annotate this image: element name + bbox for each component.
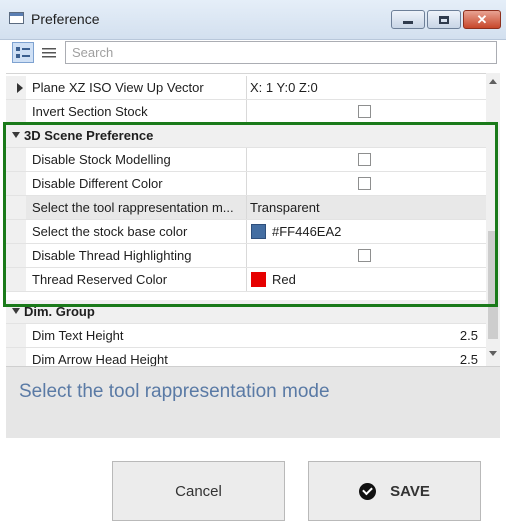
property-name: Plane XZ ISO View Up Vector xyxy=(32,80,204,95)
checkbox[interactable] xyxy=(358,105,371,118)
property-row[interactable]: Thread Reserved Color Red xyxy=(6,268,486,292)
property-row[interactable]: Dim Arrow Head Height 2.5 xyxy=(6,348,486,367)
category-header[interactable]: Dim. Group xyxy=(6,300,486,324)
property-row[interactable]: Disable Stock Modelling xyxy=(6,148,486,172)
property-grid: Plane XZ ISO View Up Vector X: 1 Y:0 Z:0… xyxy=(6,73,486,367)
search-input[interactable] xyxy=(65,41,497,64)
property-name: Disable Stock Modelling xyxy=(32,152,171,167)
maximize-button[interactable] xyxy=(427,10,461,29)
property-value[interactable]: 2.5 xyxy=(460,348,478,367)
scroll-down-arrow-icon[interactable] xyxy=(489,351,497,356)
minimize-button[interactable] xyxy=(391,10,425,29)
property-name: Select the tool rappresentation m... xyxy=(32,200,234,215)
property-row[interactable]: Disable Different Color xyxy=(6,172,486,196)
property-value[interactable]: Transparent xyxy=(250,196,320,219)
row-gutter xyxy=(6,220,26,243)
expand-arrow-icon[interactable] xyxy=(17,83,23,93)
row-gutter xyxy=(6,244,26,267)
category-header[interactable]: 3D Scene Preference xyxy=(6,124,486,148)
collapse-arrow-icon[interactable] xyxy=(12,308,20,314)
close-icon: ✕ xyxy=(476,12,488,27)
cancel-label: Cancel xyxy=(175,482,222,500)
row-gutter xyxy=(6,148,26,171)
category-name: 3D Scene Preference xyxy=(24,128,154,143)
row-gutter xyxy=(6,172,26,195)
property-row[interactable]: Invert Section Stock xyxy=(6,100,486,124)
property-toolbar xyxy=(8,40,500,66)
cancel-button[interactable]: Cancel xyxy=(112,461,285,521)
row-gutter xyxy=(6,348,26,367)
collapse-arrow-icon[interactable] xyxy=(12,132,20,138)
property-row[interactable]: Plane XZ ISO View Up Vector X: 1 Y:0 Z:0 xyxy=(6,76,486,100)
column-divider xyxy=(246,268,247,291)
property-name: Disable Different Color xyxy=(32,176,163,191)
column-divider xyxy=(246,148,247,171)
color-swatch[interactable] xyxy=(251,224,266,239)
column-divider xyxy=(246,220,247,243)
property-value[interactable]: #FF446EA2 xyxy=(272,220,341,243)
checkbox[interactable] xyxy=(358,249,371,262)
property-name: Select the stock base color xyxy=(32,224,188,239)
description-text: Select the tool rappresentation mode xyxy=(19,381,330,402)
property-row-selected[interactable]: Select the tool rappresentation m... Tra… xyxy=(6,196,486,220)
description-panel: Select the tool rappresentation mode xyxy=(6,366,500,438)
property-row[interactable]: Select the stock base color #FF446EA2 xyxy=(6,220,486,244)
property-name: Dim Text Height xyxy=(32,328,124,343)
save-label: SAVE xyxy=(390,482,430,500)
property-name: Disable Thread Highlighting xyxy=(32,248,192,263)
property-name: Invert Section Stock xyxy=(32,104,148,119)
row-gutter xyxy=(6,100,26,123)
close-button[interactable]: ✕ xyxy=(463,10,501,29)
title-bar: Preference ✕ xyxy=(0,0,506,40)
column-divider xyxy=(246,172,247,195)
scrollbar-thumb[interactable] xyxy=(488,231,498,339)
property-name: Thread Reserved Color xyxy=(32,272,168,287)
property-row[interactable]: Disable Thread Highlighting xyxy=(6,244,486,268)
scroll-up-arrow-icon[interactable] xyxy=(489,79,497,84)
row-gutter xyxy=(6,76,26,99)
vertical-scrollbar[interactable] xyxy=(486,73,500,366)
property-row[interactable]: Dim Text Height 2.5 xyxy=(6,324,486,348)
maximize-icon xyxy=(439,15,449,24)
app-window-icon xyxy=(9,12,24,24)
column-divider xyxy=(246,76,247,99)
checkbox[interactable] xyxy=(358,177,371,190)
check-circle-icon xyxy=(359,482,377,500)
column-divider xyxy=(246,244,247,267)
alphabetical-view-button[interactable] xyxy=(38,42,60,63)
checkbox[interactable] xyxy=(358,153,371,166)
property-name: Dim Arrow Head Height xyxy=(32,352,168,367)
column-divider xyxy=(246,196,247,219)
property-value[interactable]: 2.5 xyxy=(460,324,478,347)
categorized-view-button[interactable] xyxy=(12,42,34,63)
row-gutter xyxy=(6,196,26,219)
categorized-icon xyxy=(16,46,30,58)
property-value[interactable]: X: 1 Y:0 Z:0 xyxy=(250,76,318,99)
row-gutter xyxy=(6,268,26,291)
category-name: Dim. Group xyxy=(24,304,95,319)
row-gutter xyxy=(6,324,26,347)
property-value[interactable]: Red xyxy=(272,268,296,291)
list-icon xyxy=(42,47,56,57)
color-swatch[interactable] xyxy=(251,272,266,287)
window-title: Preference xyxy=(31,11,100,27)
column-divider xyxy=(246,100,247,123)
minimize-icon xyxy=(403,21,413,24)
save-button[interactable]: SAVE xyxy=(308,461,481,521)
